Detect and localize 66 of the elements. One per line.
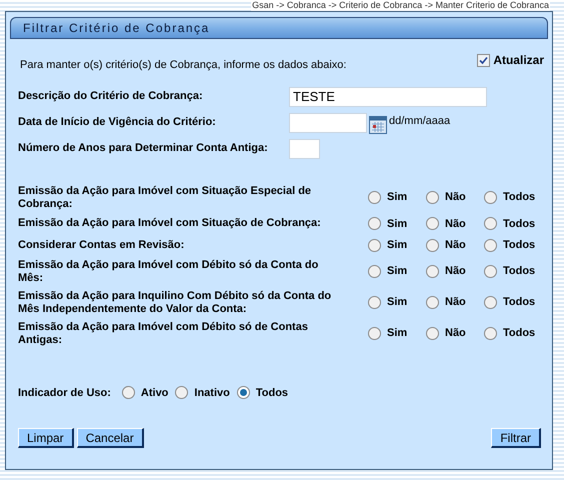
field-label: Número de Anos para Determinar Conta Antiga: (18, 141, 269, 156)
option-label: Emissão da Ação para Imóvel com Débito só de Contas Antigas: (18, 320, 309, 346)
form-button[interactable]: Filtrar (491, 428, 541, 448)
option-label: Considerar Contas em Revisão: (18, 238, 186, 252)
radio-label: Todos (503, 190, 536, 206)
radio-button[interactable] (426, 217, 439, 230)
radio-label: Sim (387, 190, 408, 206)
form-button[interactable]: Limpar (18, 428, 74, 448)
radio-button[interactable] (368, 238, 381, 252)
radio-label: Não (445, 264, 466, 280)
radio-button[interactable] (368, 265, 381, 278)
radio-label: Não (445, 216, 466, 232)
radio-button[interactable] (484, 238, 497, 252)
radio-button[interactable] (426, 238, 439, 252)
radio-button[interactable] (484, 191, 497, 204)
radio-button[interactable] (426, 265, 439, 278)
radio-button[interactable] (122, 386, 135, 400)
radio-label: Não (445, 326, 466, 342)
radio-label: Todos (503, 238, 536, 253)
radio-label: Inativo (194, 386, 230, 400)
date-format-hint: dd/mm/aaaa (389, 114, 450, 128)
number-field[interactable] (289, 138, 320, 158)
radio-button[interactable] (368, 191, 381, 204)
radio-button[interactable] (236, 386, 250, 400)
radio-button[interactable] (426, 296, 439, 309)
option-label: Emissão da Ação para Imóvel com Situação Especial de Cobrança: (18, 184, 312, 210)
text-field[interactable]: TESTE (289, 86, 487, 106)
checkbox-label: Atualizar (493, 52, 544, 69)
radio-button[interactable] (368, 296, 381, 309)
breadcrumb: Gsan -> Cobranca -> Criterio de Cobranca -> Manter Criterio de Cobranca (251, 0, 550, 11)
radio-label: Não (445, 295, 466, 310)
radio-button[interactable] (426, 191, 439, 204)
radio-label: Sim (387, 238, 408, 253)
option-label: Emissão da Ação para Imóvel com Débito só da Conta do Mês: (18, 258, 320, 284)
radio-label: Todos (503, 216, 536, 232)
radio-button[interactable] (484, 296, 497, 309)
radio-label: Sim (387, 216, 408, 232)
radio-label: Todos (503, 264, 536, 280)
form-button[interactable]: Cancelar (76, 428, 144, 448)
radio-label: Todos (256, 386, 288, 400)
radio-label: Não (445, 238, 466, 253)
panel-title: Filtrar Critério de Cobrança (23, 20, 210, 37)
radio-label: Não (445, 190, 466, 206)
radio-button[interactable] (484, 217, 497, 230)
radio-label: Sim (387, 264, 408, 280)
radio-label: Todos (503, 326, 536, 342)
radio-label: Sim (387, 295, 408, 310)
option-label: Emissão da Ação para Inquilino Com Débito só da Conta do Mês Independentemente do Valor da Conta: (18, 290, 332, 316)
radio-label: Ativo (140, 386, 168, 400)
field-label: Descrição do Critério de Cobrança: (18, 89, 204, 104)
option-label: Emissão da Ação para Imóvel com Situação de Cobrança: (18, 217, 322, 230)
field-label: Data de Início de Vigência do Critério: (18, 115, 217, 130)
check-icon (479, 56, 488, 64)
radio-button[interactable] (175, 386, 188, 400)
radio-button[interactable] (484, 265, 497, 278)
radio-label: Todos (503, 295, 536, 310)
checkbox[interactable] (477, 54, 490, 66)
calendar-icon[interactable] (369, 116, 387, 134)
radio-button[interactable] (426, 327, 439, 340)
radio-button[interactable] (368, 327, 381, 340)
radio-button[interactable] (368, 217, 381, 230)
radio-button[interactable] (484, 327, 497, 340)
radio-label: Sim (387, 326, 408, 342)
date-field[interactable] (289, 112, 367, 132)
intro-text: Para manter o(s) critério(s) de Cobrança, informe os dados abaixo: (20, 58, 346, 73)
usage-label: Indicador de Uso: (18, 386, 111, 400)
